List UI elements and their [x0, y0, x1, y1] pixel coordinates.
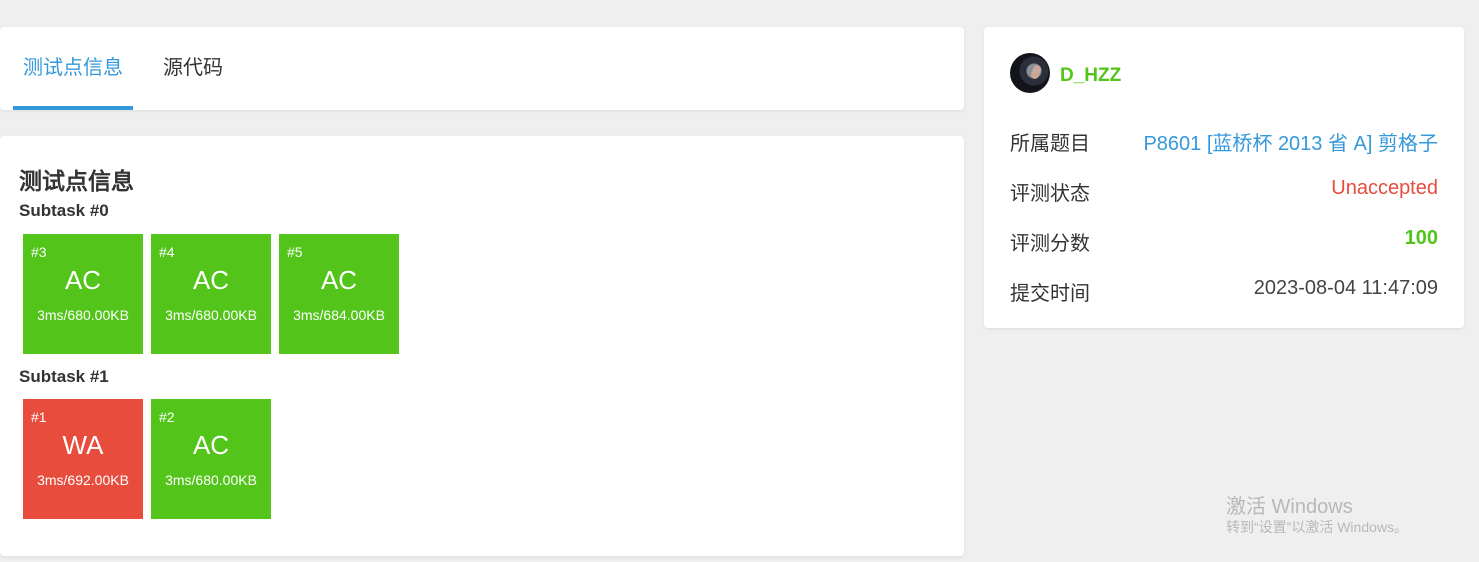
status-label: 评测状态: [1010, 183, 1090, 205]
testcase-verdict: AC: [192, 265, 230, 295]
testcase-result: 3ms/680.00KB: [165, 472, 257, 488]
testcase-box[interactable]: #1 WA 3ms/692.00KB: [23, 399, 143, 519]
subtask-title: Subtask #0: [19, 201, 109, 220]
testcase-verdict: WA: [62, 430, 104, 460]
testcase-result: 3ms/680.00KB: [165, 307, 257, 323]
testcase-result: 3ms/692.00KB: [37, 472, 129, 488]
score-value: 100: [1404, 227, 1438, 249]
tab-source-code[interactable]: 源代码: [133, 27, 253, 110]
submit-time-label: 提交时间: [1010, 283, 1090, 305]
problem-link[interactable]: P8601 [蓝桥杯 2013 省 A] 剪格子: [1143, 127, 1438, 156]
testcase-result: 3ms/684.00KB: [293, 307, 385, 323]
testcase-id: #5: [287, 244, 303, 260]
testcase-verdict: AC: [64, 265, 102, 295]
score-label: 评测分数: [1010, 233, 1090, 255]
subtask-title: Subtask #1: [19, 367, 109, 386]
testcase-result: 3ms/680.00KB: [37, 307, 129, 323]
testcase-box[interactable]: #3 AC 3ms/680.00KB: [23, 234, 143, 354]
testcase-verdict: AC: [192, 430, 230, 460]
submission-info-card: D_HZZ 所属题目 P8601 [蓝桥杯 2013 省 A] 剪格子 评测状态…: [984, 27, 1464, 328]
testcase-id: #2: [159, 409, 175, 425]
username-link[interactable]: D_HZZ: [1060, 65, 1121, 87]
status-value: Unaccepted: [1331, 177, 1438, 199]
testcase-panel: 测试点信息 Subtask #0 #3 AC 3ms/680.00KB #4 A…: [0, 136, 964, 556]
testcase-box[interactable]: #4 AC 3ms/680.00KB: [151, 234, 271, 354]
testcase-box[interactable]: #2 AC 3ms/680.00KB: [151, 399, 271, 519]
tab-testcase-info[interactable]: 测试点信息: [13, 27, 133, 110]
problem-label: 所属题目: [1010, 133, 1090, 155]
avatar[interactable]: [1010, 53, 1050, 93]
testcase-box[interactable]: #5 AC 3ms/684.00KB: [279, 234, 399, 354]
testcase-id: #3: [31, 244, 47, 260]
section-title: 测试点信息: [19, 168, 134, 194]
tabs-bar: 测试点信息 源代码: [0, 27, 964, 110]
testcase-verdict: AC: [320, 265, 358, 295]
submit-time-value: 2023-08-04 11:47:09: [1253, 277, 1438, 299]
windows-watermark-title: 激活 Windows: [1226, 496, 1353, 518]
testcase-id: #4: [159, 244, 175, 260]
testcase-id: #1: [31, 409, 47, 425]
windows-watermark-subtitle: 转到“设置”以激活 Windows。: [1226, 519, 1409, 535]
